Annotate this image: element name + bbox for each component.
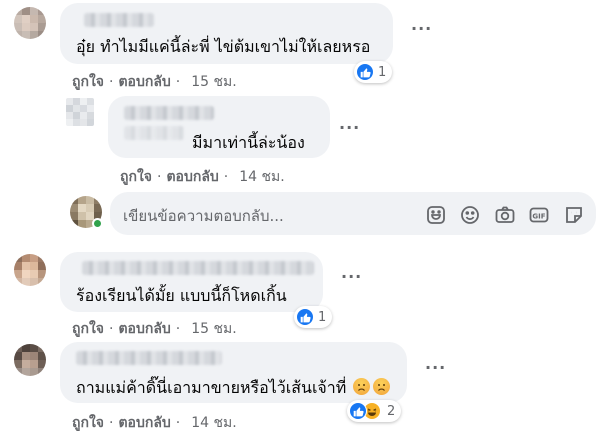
like-link[interactable]: ถูกใจ <box>120 169 152 185</box>
sticker-icon[interactable] <box>563 204 585 226</box>
commenter-avatar[interactable] <box>14 344 46 376</box>
comment-options-icon[interactable]: ··· <box>341 267 362 286</box>
like-link[interactable]: ถูกใจ <box>72 415 104 431</box>
like-reaction-icon <box>356 63 374 81</box>
commenter-name-redacted[interactable] <box>76 351 222 365</box>
comment-bubble: ร้องเรียนได้มั้ย แบบนี้ก็โหดเกิ้น <box>60 252 323 312</box>
comment-text: ร้องเรียนได้มั้ย แบบนี้ก็โหดเกิ้น <box>76 286 287 305</box>
reply-input-placeholder: เขียนข้อความตอบกลับ... <box>123 207 284 225</box>
comment-bubble: อุ๋ย ทำไมมีแค่นี้ล่ะพี่ ไข่ต้มเขาไม่ให้เ… <box>60 3 393 64</box>
reply-text: มีมาเท่านี้ล่ะน้อง <box>192 133 305 152</box>
comment-text: อุ๋ย ทำไมมีแค่นี้ล่ะพี่ ไข่ต้มเขาไม่ให้เ… <box>76 37 371 56</box>
like-link[interactable]: ถูกใจ <box>72 74 104 90</box>
gif-icon[interactable]: GIF <box>528 204 550 226</box>
comment-options-icon[interactable]: ··· <box>411 19 432 38</box>
reply-options-icon[interactable]: ··· <box>339 118 360 137</box>
comment-text: ถามแม่ค้าดิ๊นี่เอามาขายหรือไว้เส้นเจ้าที… <box>76 378 347 397</box>
comment-actions: ถูกใจ · ตอบกลับ · 15 ชม. <box>72 321 237 337</box>
svg-text:GIF: GIF <box>532 212 545 220</box>
reply-link[interactable]: ตอบกลับ <box>118 74 170 90</box>
comment-timestamp[interactable]: 15 ชม. <box>191 74 236 90</box>
camera-icon[interactable] <box>494 204 516 226</box>
frowning-emoji-icon <box>353 378 370 395</box>
commenter-avatar[interactable] <box>14 254 46 286</box>
online-status-dot <box>92 218 103 229</box>
like-reaction-icon <box>349 402 367 420</box>
comment-timestamp[interactable]: 15 ชม. <box>191 321 236 337</box>
like-link[interactable]: ถูกใจ <box>72 321 104 337</box>
emoji-icon[interactable] <box>459 204 481 226</box>
like-reaction-icon <box>296 308 314 326</box>
reaction-summary[interactable]: 1 <box>354 61 393 83</box>
reaction-count: 2 <box>387 403 396 419</box>
reply-input[interactable]: เขียนข้อความตอบกลับ... <box>110 192 596 235</box>
replier-avatar[interactable] <box>66 98 94 126</box>
reply-link[interactable]: ตอบกลับ <box>166 169 218 185</box>
reply-link[interactable]: ตอบกลับ <box>118 415 170 431</box>
frowning-emoji-icon <box>373 378 390 395</box>
reply-link[interactable]: ตอบกลับ <box>118 321 170 337</box>
reaction-count: 1 <box>378 64 387 80</box>
comment-actions: ถูกใจ · ตอบกลับ · 15 ชม. <box>72 74 237 90</box>
comment-actions: ถูกใจ · ตอบกลับ · 14 ชม. <box>72 415 237 431</box>
commenter-name-redacted[interactable] <box>82 261 314 275</box>
reaction-summary[interactable]: 1 <box>294 306 333 328</box>
replier-name-redacted[interactable] <box>124 106 214 120</box>
commenter-avatar[interactable] <box>14 7 46 39</box>
comment-timestamp[interactable]: 14 ชม. <box>191 415 236 431</box>
reaction-count: 1 <box>318 309 327 325</box>
reply-actions: ถูกใจ · ตอบกลับ · 14 ชม. <box>120 169 285 185</box>
replier-name-redacted <box>124 126 184 140</box>
comment-options-icon[interactable]: ··· <box>425 358 446 377</box>
reply-timestamp[interactable]: 14 ชม. <box>239 169 284 185</box>
comment-bubble: ถามแม่ค้าดิ๊นี่เอามาขายหรือไว้เส้นเจ้าที… <box>60 342 407 403</box>
reply-bubble: มีมาเท่านี้ล่ะน้อง <box>108 96 330 158</box>
sticker-face-icon[interactable] <box>425 204 447 226</box>
reaction-summary[interactable]: 2 <box>347 400 402 422</box>
commenter-name-redacted[interactable] <box>84 13 154 27</box>
